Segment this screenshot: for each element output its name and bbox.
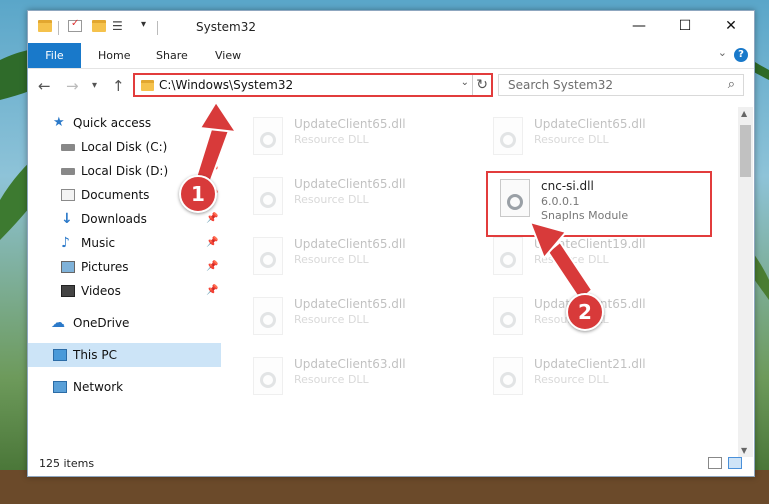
step-1-badge: 1 xyxy=(179,175,217,213)
step-2-badge: 2 xyxy=(566,293,604,331)
annotation-arrows xyxy=(192,100,594,302)
arrow-1-head xyxy=(198,100,239,134)
arrow-2-shape xyxy=(546,240,594,302)
